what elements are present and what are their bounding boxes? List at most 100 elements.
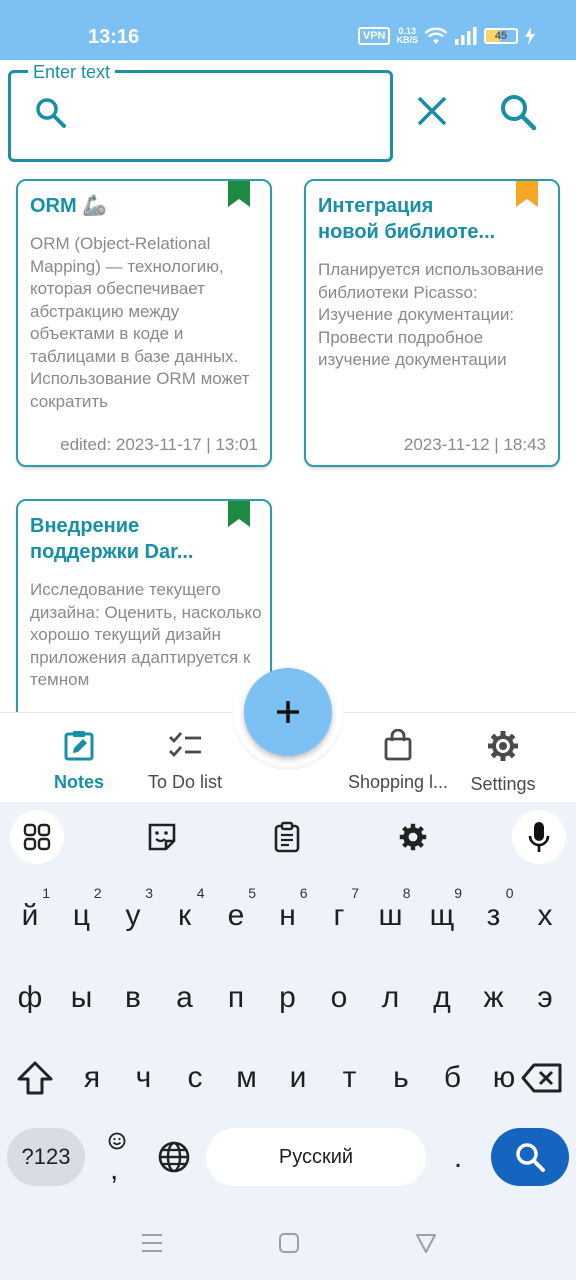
key[interactable]: ж bbox=[468, 968, 520, 1028]
key[interactable]: а bbox=[159, 968, 211, 1028]
key[interactable]: ы bbox=[56, 968, 108, 1028]
key-number-hint: 5 bbox=[248, 885, 256, 901]
key[interactable]: и bbox=[272, 1048, 324, 1108]
back-icon[interactable] bbox=[415, 1232, 437, 1254]
key[interactable]: в bbox=[107, 968, 159, 1028]
bookmark-icon bbox=[228, 181, 250, 207]
key[interactable]: л bbox=[365, 968, 417, 1028]
space-key[interactable]: Русский bbox=[206, 1128, 426, 1186]
emoji-comma-key[interactable]: , bbox=[94, 1128, 140, 1188]
note-title: ORM 🦾 bbox=[30, 193, 226, 219]
key[interactable]: б bbox=[427, 1048, 479, 1108]
bookmark-icon bbox=[228, 501, 250, 527]
key[interactable]: щ9 bbox=[416, 886, 468, 946]
key[interactable]: н6 bbox=[262, 886, 314, 946]
key[interactable]: д bbox=[416, 968, 468, 1028]
note-card[interactable]: Интеграция новой библиоте... Планируется… bbox=[304, 179, 560, 467]
keyboard-settings-button[interactable] bbox=[386, 810, 440, 864]
voice-input-button[interactable] bbox=[512, 810, 566, 864]
globe-icon bbox=[158, 1141, 190, 1173]
key[interactable]: ь bbox=[375, 1048, 427, 1108]
key[interactable]: я bbox=[66, 1048, 118, 1108]
nav-settings-label: Settings bbox=[470, 774, 536, 794]
key-char: ш bbox=[378, 899, 403, 932]
wifi-icon bbox=[424, 27, 448, 44]
note-title-line: поддержки Dar... bbox=[30, 541, 194, 563]
on-screen-keyboard: й1ц2у3к4е5н6г7ш8щ9з0х фывапролджэ ячсмит… bbox=[0, 802, 576, 1280]
network-speed-unit: KB/S bbox=[396, 35, 418, 45]
keyboard-row-3: ячсмитьбю bbox=[0, 1048, 576, 1108]
key[interactable]: е5 bbox=[210, 886, 262, 946]
key[interactable]: ч bbox=[118, 1048, 170, 1108]
note-title-line: Интеграция bbox=[318, 195, 434, 217]
home-icon[interactable] bbox=[278, 1232, 300, 1254]
nav-shopping[interactable]: Shopping l... bbox=[341, 728, 455, 793]
shopping-bag-icon bbox=[384, 728, 412, 761]
key[interactable]: ф bbox=[4, 968, 56, 1028]
key-char: й bbox=[21, 899, 39, 932]
shift-icon bbox=[17, 1061, 53, 1095]
key-number-hint: 2 bbox=[93, 885, 102, 901]
nav-settings[interactable]: Settings bbox=[448, 729, 558, 795]
key[interactable]: с bbox=[169, 1048, 221, 1108]
nav-todo[interactable]: To Do list bbox=[130, 729, 240, 793]
key-char: н bbox=[279, 899, 296, 932]
symbols-key[interactable]: ?123 bbox=[7, 1128, 85, 1186]
note-title-line: Внедрение bbox=[30, 515, 140, 537]
key-char: х bbox=[537, 899, 553, 932]
key[interactable]: э bbox=[519, 968, 571, 1028]
search-button[interactable] bbox=[498, 92, 538, 132]
recent-apps-icon[interactable] bbox=[141, 1232, 163, 1254]
gear-icon bbox=[488, 731, 518, 761]
key[interactable]: р bbox=[262, 968, 314, 1028]
network-speed: 0.13 KB/S bbox=[396, 27, 418, 45]
language-key[interactable] bbox=[148, 1128, 200, 1188]
key[interactable]: п bbox=[210, 968, 262, 1028]
nav-shopping-label: Shopping l... bbox=[347, 772, 449, 792]
sticker-button[interactable] bbox=[135, 810, 189, 864]
gear-icon bbox=[399, 823, 427, 851]
key[interactable]: т bbox=[324, 1048, 376, 1108]
clipboard-icon bbox=[274, 821, 300, 853]
system-navigation-bar bbox=[0, 1212, 576, 1272]
period-key[interactable]: . bbox=[432, 1128, 484, 1188]
keyboard-row-2: фывапролджэ bbox=[0, 968, 576, 1028]
nav-todo-label: To Do list bbox=[147, 772, 223, 792]
search-enter-key[interactable] bbox=[491, 1128, 569, 1186]
key-char: ц bbox=[72, 899, 91, 932]
clipboard-button[interactable] bbox=[260, 810, 314, 864]
key[interactable]: у3 bbox=[107, 886, 159, 946]
checklist-icon bbox=[169, 732, 201, 758]
key[interactable]: к4 bbox=[159, 886, 211, 946]
key[interactable]: г7 bbox=[313, 886, 365, 946]
key[interactable]: о bbox=[313, 968, 365, 1028]
key-char: у bbox=[125, 899, 141, 932]
key-number-hint: 7 bbox=[351, 885, 359, 901]
battery-percent: 45 bbox=[494, 30, 508, 42]
charging-icon bbox=[525, 27, 535, 45]
note-date: edited: 2023-11-17 | 13:01 bbox=[60, 435, 258, 454]
key[interactable]: з0 bbox=[468, 886, 520, 946]
status-icons: VPN 0.13 KB/S 45 bbox=[357, 27, 536, 45]
note-body: ORM (Object-Relational Mapping) — технол… bbox=[30, 234, 250, 411]
battery-indicator: 45 bbox=[484, 28, 518, 44]
nav-notes-label: Notes bbox=[53, 772, 104, 792]
key[interactable]: м bbox=[221, 1048, 273, 1108]
note-title-line: новой библиоте... bbox=[318, 221, 496, 243]
shift-key[interactable] bbox=[9, 1048, 61, 1108]
close-icon[interactable] bbox=[414, 93, 450, 129]
key[interactable]: х bbox=[519, 886, 571, 946]
key[interactable]: й1 bbox=[4, 886, 56, 946]
search-input-label: Enter text bbox=[28, 62, 116, 83]
note-title: Интеграция новой библиоте... bbox=[318, 193, 514, 245]
key[interactable]: ц2 bbox=[56, 886, 108, 946]
keyboard-row-1: й1ц2у3к4е5н6г7ш8щ9з0х bbox=[0, 886, 576, 946]
apps-grid-button[interactable] bbox=[10, 810, 64, 864]
note-card[interactable]: ORM 🦾 ORM (Object-Relational Mapping) — … bbox=[16, 179, 272, 467]
key[interactable]: ш8 bbox=[365, 886, 417, 946]
add-note-button[interactable] bbox=[244, 668, 332, 756]
vpn-badge: VPN bbox=[357, 27, 391, 45]
key-number-hint: 0 bbox=[505, 885, 514, 901]
key[interactable]: ю bbox=[478, 1048, 530, 1108]
nav-notes[interactable]: Notes bbox=[24, 729, 134, 793]
